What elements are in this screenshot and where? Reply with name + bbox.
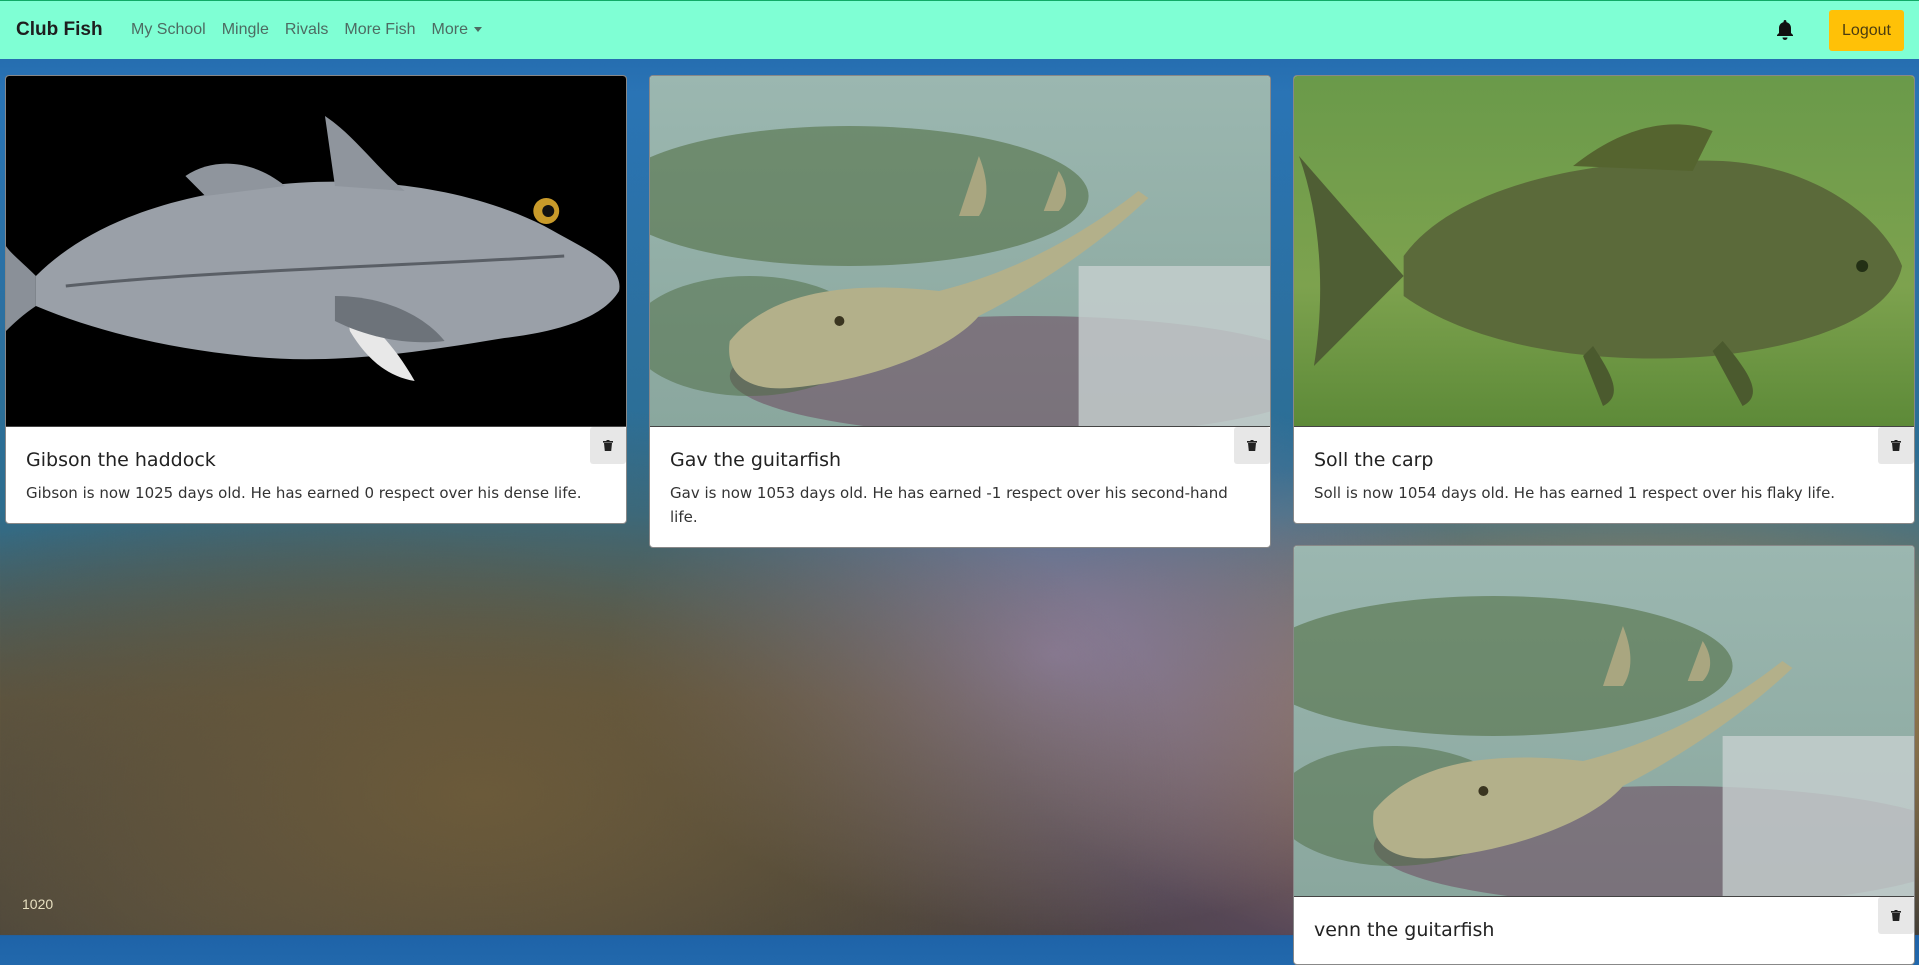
logout-button[interactable]: Logout: [1829, 10, 1904, 51]
card-title: Gav the guitarfish: [670, 449, 842, 471]
delete-button[interactable]: [1234, 427, 1270, 464]
fish-card: venn the guitarfish: [1293, 545, 1915, 965]
fish-card: Soll the carp Soll is now 1054 days old.…: [1293, 75, 1915, 524]
card-body: venn the guitarfish: [1294, 897, 1914, 964]
card-body: Gav the guitarfish Gav is now 1053 days …: [650, 427, 1270, 547]
delete-button[interactable]: [1878, 897, 1914, 934]
card-text: Gav is now 1053 days old. He has earned …: [670, 484, 1228, 526]
fish-image: [1294, 546, 1914, 897]
fish-card: Gav the guitarfish Gav is now 1053 days …: [649, 75, 1271, 548]
card-title: Gibson the haddock: [26, 449, 216, 471]
card-body: Gibson the haddock Gibson is now 1025 da…: [6, 427, 626, 523]
bell-icon[interactable]: [1773, 18, 1797, 42]
trash-icon: [603, 440, 613, 451]
nav-more-label: More: [431, 21, 468, 38]
nav-rivals[interactable]: Rivals: [285, 21, 329, 39]
brand-logo[interactable]: Club Fish: [16, 19, 103, 41]
fish-image: [6, 76, 626, 427]
delete-button[interactable]: [1878, 427, 1914, 464]
trash-icon: [1891, 440, 1901, 451]
fish-image: [650, 76, 1270, 427]
chevron-down-icon: [473, 27, 482, 33]
nav-more-fish[interactable]: More Fish: [344, 21, 415, 39]
card-title: venn the guitarfish: [1314, 919, 1495, 941]
card-title: Soll the carp: [1314, 449, 1434, 471]
delete-button[interactable]: [590, 427, 626, 464]
trash-icon: [1247, 440, 1257, 451]
footer-number: 1020: [22, 896, 54, 912]
nav-more-dropdown[interactable]: More: [432, 21, 482, 39]
nav-mingle[interactable]: Mingle: [222, 21, 269, 39]
navbar: Club Fish My School Mingle Rivals More F…: [0, 0, 1919, 59]
trash-icon: [1891, 910, 1901, 921]
fish-image: [1294, 76, 1914, 427]
card-text: Soll is now 1054 days old. He has earned…: [1314, 484, 1836, 502]
card-body: Soll the carp Soll is now 1054 days old.…: [1294, 427, 1914, 523]
nav-my-school[interactable]: My School: [131, 21, 206, 39]
card-text: Gibson is now 1025 days old. He has earn…: [26, 484, 582, 502]
fish-card: Gibson the haddock Gibson is now 1025 da…: [5, 75, 627, 524]
nav-links: My School Mingle Rivals More Fish More: [131, 21, 498, 39]
